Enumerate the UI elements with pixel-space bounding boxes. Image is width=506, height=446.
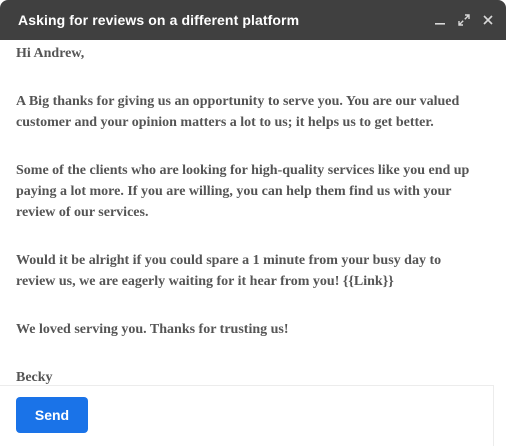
message-body[interactable]: Hi Andrew, A Big thanks for giving us an… <box>16 40 490 386</box>
send-button[interactable]: Send <box>16 397 88 433</box>
paragraph-4: We loved serving you. Thanks for trustin… <box>16 322 289 337</box>
compose-title: Asking for reviews on a different platfo… <box>18 12 300 28</box>
paragraph-1-line-1: A Big thanks for giving us an opportunit… <box>16 94 460 109</box>
greeting-text: Hi Andrew, <box>16 46 85 61</box>
compose-header[interactable]: Asking for reviews on a different platfo… <box>0 0 506 40</box>
paragraph-3-line-1: Would it be alright if you could spare a… <box>16 253 442 268</box>
expand-icon[interactable] <box>456 12 472 28</box>
paragraph-2-line-2: paying a lot more. If you are willing, y… <box>16 184 452 199</box>
paragraph-1-line-2: customer and your opinion matters a lot … <box>16 115 434 130</box>
minimize-icon[interactable] <box>432 12 448 28</box>
footer-divider <box>0 385 494 386</box>
paragraph-3-line-2: review us, we are eagerly waiting for it… <box>16 274 394 289</box>
window-controls <box>432 0 496 40</box>
footer-edge <box>493 385 494 446</box>
paragraph-2-line-3: review of our services. <box>16 205 149 220</box>
close-icon[interactable] <box>480 12 496 28</box>
compose-window: Asking for reviews on a different platfo… <box>0 0 506 446</box>
paragraph-2-line-1: Some of the clients who are looking for … <box>16 163 470 178</box>
